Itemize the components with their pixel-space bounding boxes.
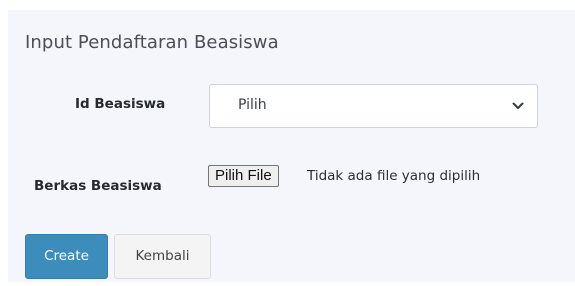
chevron-down-icon [512, 102, 524, 109]
back-button[interactable]: Kembali [114, 234, 211, 279]
file-status-text: Tidak ada file yang dipilih [307, 168, 481, 184]
id-beasiswa-label: Id Beasiswa [75, 96, 166, 112]
id-beasiswa-selected-value: Pilih [238, 97, 267, 113]
berkas-beasiswa-label: Berkas Beasiswa [34, 178, 162, 194]
form-title: Input Pendaftaran Beasiswa [25, 32, 279, 53]
create-button[interactable]: Create [25, 234, 108, 279]
choose-file-button[interactable]: Pilih File [208, 165, 279, 187]
id-beasiswa-select[interactable]: Pilih [209, 84, 538, 128]
form-panel: Input Pendaftaran Beasiswa Id Beasiswa P… [8, 10, 575, 282]
